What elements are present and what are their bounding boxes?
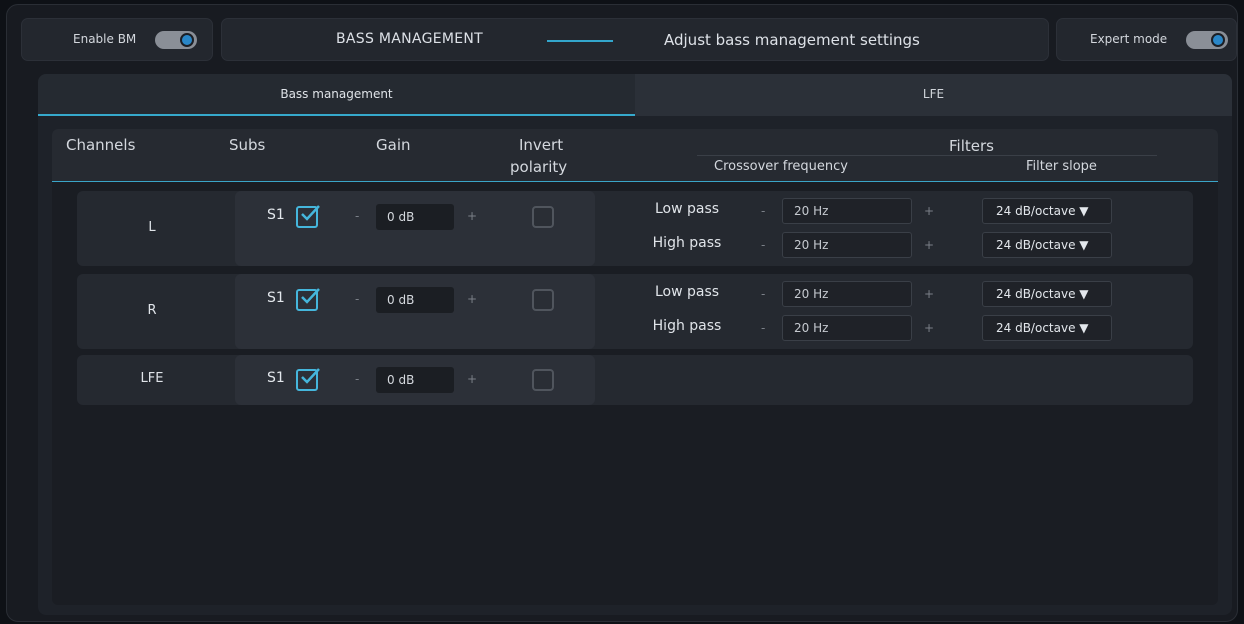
sub-checkbox[interactable] <box>296 368 320 391</box>
table-row-lfe: LFE S1 - 0 dB + <box>77 355 1193 405</box>
low-pass-label: Low pass <box>654 284 720 300</box>
table-row-r: R S1 - 0 dB + Low pass - 20 Hz + 24 dB/o… <box>77 274 1193 349</box>
high-pass-minus-button[interactable]: - <box>761 238 765 252</box>
col-invert: Invert <box>519 136 564 154</box>
high-pass-label: High pass <box>652 318 722 334</box>
tab-bass-management[interactable]: Bass management <box>38 74 635 116</box>
channel-label: LFE <box>140 371 164 386</box>
app-window: Enable BM BASS MANAGEMENT Adjust bass ma… <box>6 4 1238 622</box>
expert-mode-label: Expert mode <box>1090 32 1168 46</box>
page-title: BASS MANAGEMENT <box>336 31 484 47</box>
tab-lfe[interactable]: LFE <box>635 74 1232 116</box>
gain-input[interactable]: 0 dB <box>376 287 454 313</box>
toggle-knob <box>1211 33 1225 47</box>
expert-mode-toggle[interactable] <box>1186 31 1228 49</box>
low-pass-slope-select[interactable]: 24 dB/octave ▼ <box>982 281 1112 307</box>
channel-label: R <box>147 303 157 318</box>
gain-minus-button[interactable]: - <box>355 209 359 223</box>
high-pass-minus-button[interactable]: - <box>761 321 765 335</box>
sub-checkbox[interactable] <box>296 288 320 311</box>
check-icon <box>301 368 320 384</box>
title-divider <box>547 40 613 42</box>
gain-plus-button[interactable]: + <box>467 209 477 223</box>
sub-label: S1 <box>267 207 285 223</box>
high-pass-freq-input[interactable]: 20 Hz <box>782 232 912 258</box>
toggle-knob <box>180 33 194 47</box>
gain-minus-button[interactable]: - <box>355 372 359 386</box>
col-filters: Filters <box>949 137 994 155</box>
sub-settings: S1 - 0 dB + <box>235 191 595 266</box>
col-filter-slope: Filter slope <box>1026 159 1097 174</box>
low-pass-plus-button[interactable]: + <box>924 287 934 301</box>
channels-table: Channels Subs Gain Invert polarity Filte… <box>52 129 1218 605</box>
high-pass-plus-button[interactable]: + <box>924 321 934 335</box>
col-channels: Channels <box>66 136 136 154</box>
check-icon <box>301 205 320 221</box>
col-polarity: polarity <box>510 158 568 176</box>
enable-bm-toggle[interactable] <box>155 31 197 49</box>
high-pass-plus-button[interactable]: + <box>924 238 934 252</box>
enable-bm-label: Enable BM <box>73 32 137 46</box>
high-pass-slope-select[interactable]: 24 dB/octave ▼ <box>982 232 1112 258</box>
gain-input[interactable]: 0 dB <box>376 367 454 393</box>
sub-label: S1 <box>267 290 285 306</box>
gain-plus-button[interactable]: + <box>467 372 477 386</box>
low-pass-minus-button[interactable]: - <box>761 287 765 301</box>
low-pass-minus-button[interactable]: - <box>761 204 765 218</box>
sub-settings: S1 - 0 dB + <box>235 355 595 405</box>
header-title-panel: BASS MANAGEMENT Adjust bass management s… <box>221 18 1049 61</box>
filters-divider <box>697 155 1157 156</box>
invert-polarity-checkbox[interactable] <box>532 369 554 391</box>
page-subtitle: Adjust bass management settings <box>664 31 920 49</box>
invert-polarity-checkbox[interactable] <box>532 289 554 311</box>
check-icon <box>301 288 320 304</box>
col-subs: Subs <box>229 136 266 154</box>
high-pass-freq-input[interactable]: 20 Hz <box>782 315 912 341</box>
high-pass-slope-select[interactable]: 24 dB/octave ▼ <box>982 315 1112 341</box>
low-pass-freq-input[interactable]: 20 Hz <box>782 198 912 224</box>
sub-checkbox[interactable] <box>296 205 320 228</box>
low-pass-label: Low pass <box>654 201 720 217</box>
low-pass-slope-select[interactable]: 24 dB/octave ▼ <box>982 198 1112 224</box>
gain-input[interactable]: 0 dB <box>376 204 454 230</box>
expert-mode-panel: Expert mode <box>1056 18 1237 61</box>
low-pass-freq-input[interactable]: 20 Hz <box>782 281 912 307</box>
sub-settings: S1 - 0 dB + <box>235 274 595 349</box>
low-pass-plus-button[interactable]: + <box>924 204 934 218</box>
channel-label: L <box>148 220 156 235</box>
sub-label: S1 <box>267 370 285 386</box>
high-pass-label: High pass <box>652 235 722 251</box>
col-crossover: Crossover frequency <box>714 159 848 174</box>
table-row-l: L S1 - 0 dB + Low pass - 20 Hz + 24 dB/o… <box>77 191 1193 266</box>
main-panel: Bass management LFE Channels Subs Gain I… <box>38 74 1232 615</box>
gain-plus-button[interactable]: + <box>467 292 477 306</box>
col-gain: Gain <box>376 136 411 154</box>
enable-bm-panel: Enable BM <box>21 18 213 61</box>
invert-polarity-checkbox[interactable] <box>532 206 554 228</box>
gain-minus-button[interactable]: - <box>355 292 359 306</box>
